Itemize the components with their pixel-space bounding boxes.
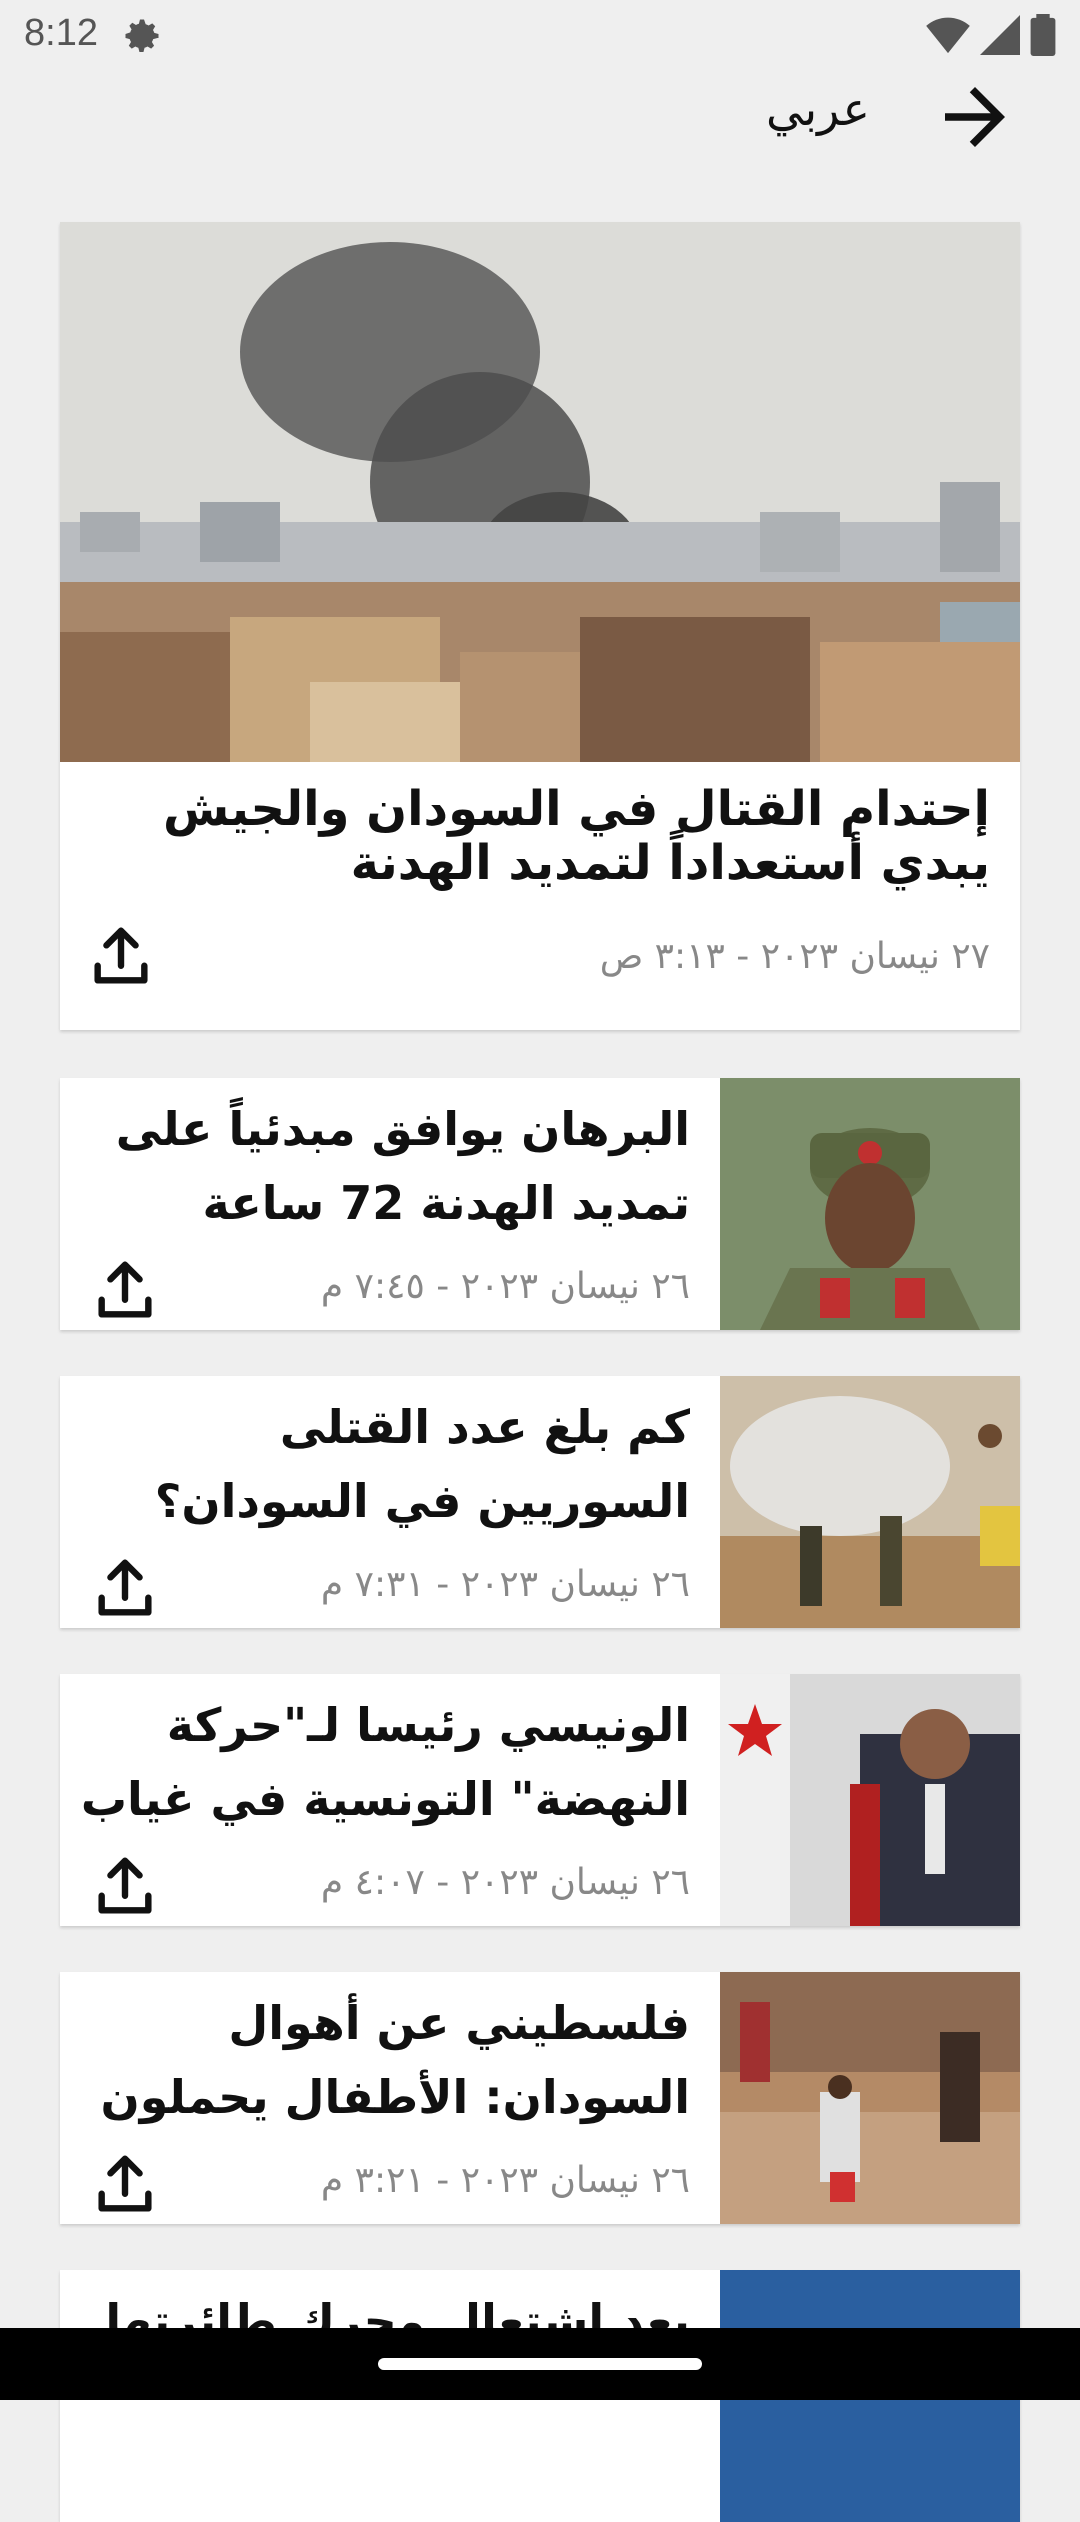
- page-title: عربي: [766, 82, 870, 136]
- article-thumbnail: [720, 1972, 1020, 2224]
- featured-article-card[interactable]: إحتدام القتال في السودان والجيش يبدي أست…: [60, 222, 1020, 1030]
- article-date: ٢٦ نيسان ٢٠٢٣ - ٣:٢١ م: [320, 2160, 690, 2201]
- status-bar: 8:12: [0, 0, 1080, 72]
- share-icon[interactable]: [90, 1554, 160, 1624]
- share-icon[interactable]: [86, 922, 156, 992]
- article-headline[interactable]: البرهان يوافق مبدئياً على تمديد الهدنة 7…: [80, 1092, 690, 1240]
- settings-gear-icon: [125, 19, 159, 52]
- share-icon[interactable]: [90, 1852, 160, 1922]
- article-card[interactable]: الونيسي رئيسا لـ"حركة النهضة" التونسية ف…: [60, 1674, 1020, 1926]
- featured-article-headline[interactable]: إحتدام القتال في السودان والجيش يبدي أست…: [100, 782, 990, 890]
- article-date: ٢٦ نيسان ٢٠٢٣ - ٤:٠٧ م: [320, 1862, 690, 1903]
- article-thumbnail: [720, 1078, 1020, 1330]
- status-icons: [926, 14, 1056, 56]
- share-icon[interactable]: [90, 2150, 160, 2220]
- article-date: ٢٦ نيسان ٢٠٢٣ - ٧:٣١ م: [320, 1564, 690, 1605]
- app-bar: عربي: [0, 72, 1080, 222]
- article-card[interactable]: البرهان يوافق مبدئياً على تمديد الهدنة 7…: [60, 1078, 1020, 1330]
- featured-article-image: [60, 222, 1020, 762]
- system-navigation-bar: [0, 2328, 1080, 2400]
- featured-article-date: ٢٧ نيسان ٢٠٢٣ - ٣:١٣ ص: [599, 936, 990, 977]
- signal-icon: [980, 15, 1020, 55]
- status-time: 8:12: [24, 12, 98, 54]
- article-card[interactable]: كم بلغ عدد القتلى السوريين في السودان؟ ٢…: [60, 1376, 1020, 1628]
- back-arrow-icon[interactable]: [930, 72, 1020, 162]
- article-headline[interactable]: فلسطيني عن أهوال السودان: الأطفال يحملون: [80, 1986, 690, 2134]
- wifi-icon: [926, 17, 970, 54]
- article-thumbnail: [720, 1674, 1020, 1926]
- article-date: ٢٦ نيسان ٢٠٢٣ - ٧:٤٥ م: [320, 1266, 690, 1307]
- share-icon[interactable]: [90, 1256, 160, 1326]
- article-card[interactable]: فلسطيني عن أهوال السودان: الأطفال يحملون…: [60, 1972, 1020, 2224]
- article-headline[interactable]: كم بلغ عدد القتلى السوريين في السودان؟: [80, 1390, 690, 1538]
- battery-icon: [1030, 14, 1056, 56]
- article-thumbnail: [720, 1376, 1020, 1628]
- article-headline[interactable]: الونيسي رئيسا لـ"حركة النهضة" التونسية ف…: [80, 1688, 690, 1836]
- home-gesture-handle[interactable]: [378, 2358, 702, 2370]
